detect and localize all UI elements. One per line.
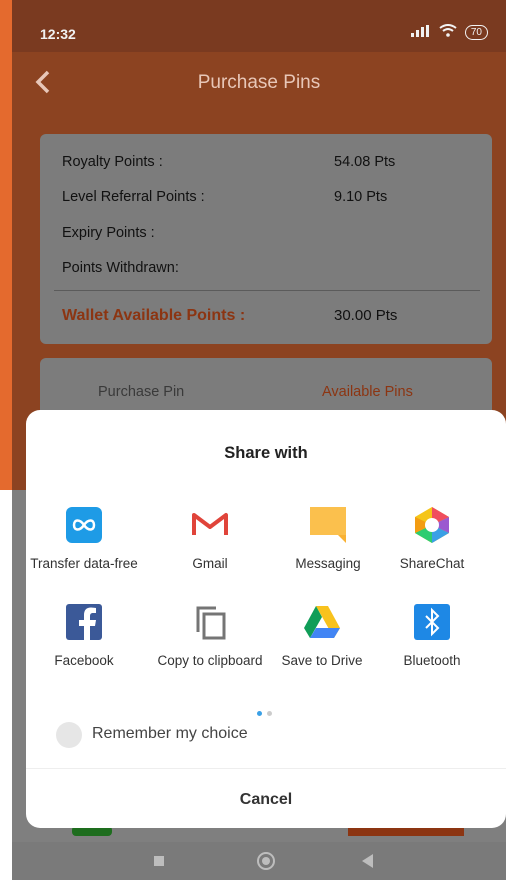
gmail-icon xyxy=(190,505,230,545)
share-app-messaging[interactable]: Messaging xyxy=(272,505,384,595)
share-app-label: Gmail xyxy=(192,556,228,571)
share-app-sharechat[interactable]: ShareChat xyxy=(376,505,488,595)
facebook-icon xyxy=(64,602,104,642)
share-title: Share with xyxy=(224,444,308,462)
status-bar: 12:32 70 xyxy=(12,0,506,52)
share-app-label: Save to Drive xyxy=(281,653,363,668)
page-dot-inactive xyxy=(267,711,272,716)
level-referral-value: 9.10 Pts xyxy=(334,189,388,205)
messaging-icon xyxy=(308,505,348,545)
share-app-gmail[interactable]: Gmail xyxy=(154,505,266,595)
share-app-bluetooth[interactable]: Bluetooth xyxy=(376,602,488,692)
share-app-label: Bluetooth xyxy=(403,653,461,668)
phone-screen: 12:32 70 Purchase Pins Royalty Points: … xyxy=(0,0,506,880)
level-referral-label: Level Referral Points : xyxy=(62,189,205,205)
remember-label: Remember my choice xyxy=(92,725,248,742)
share-app-label: ShareChat xyxy=(399,556,465,571)
transfer-icon xyxy=(64,505,104,545)
points-card: Royalty Points : 54.08 Pts Level Referra… xyxy=(40,134,492,344)
share-app-label: Facebook xyxy=(54,653,114,668)
share-sheet: Share with Transfer data-free Gmail Mess… xyxy=(26,410,506,828)
home-icon[interactable] xyxy=(257,852,275,870)
status-icons: 70 xyxy=(410,24,488,40)
battery-indicator: 70 xyxy=(464,24,488,40)
nav-bar xyxy=(12,842,506,880)
cancel-button[interactable]: Cancel xyxy=(26,769,506,828)
points-withdrawn-label: Points Withdrawn: xyxy=(62,260,179,276)
remember-checkbox[interactable] xyxy=(56,722,82,748)
tab-purchase-pin[interactable]: Purchase Pin xyxy=(98,384,184,400)
share-app-label: Transfer data-free xyxy=(30,556,138,571)
drive-icon xyxy=(302,602,342,642)
signal-icon xyxy=(410,24,431,40)
royalty-points-label: Royalty Points : xyxy=(62,154,163,170)
app-header: Purchase Pins xyxy=(12,52,506,116)
points-divider xyxy=(54,290,480,291)
share-app-drive[interactable]: Save to Drive xyxy=(266,602,378,692)
edge-strip xyxy=(0,0,12,490)
page-title: Purchase Pins xyxy=(197,72,321,93)
bluetooth-icon xyxy=(412,602,452,642)
page-dot-active xyxy=(257,711,262,716)
share-app-facebook[interactable]: Facebook xyxy=(28,602,140,692)
wallet-points-label: Wallet Available Points : xyxy=(62,307,246,324)
share-app-transfer[interactable]: Transfer data-free xyxy=(28,505,140,595)
share-app-label: Copy to clipboard xyxy=(157,653,263,668)
nav-back-icon[interactable] xyxy=(362,854,373,868)
wifi-icon xyxy=(439,24,457,40)
royalty-points-value: 54.08 Pts xyxy=(334,154,396,170)
sharechat-icon xyxy=(412,505,452,545)
copy-icon xyxy=(190,602,230,642)
status-time: 12:32 xyxy=(40,26,76,42)
share-app-label: Messaging xyxy=(295,556,361,571)
expiry-points-label: Expiry Points : xyxy=(62,225,155,241)
share-app-copy[interactable]: Copy to clipboard xyxy=(154,602,266,692)
tab-available-pins[interactable]: Available Pins xyxy=(322,384,413,400)
wallet-points-value: 30.00 Pts xyxy=(334,307,398,324)
recents-icon[interactable] xyxy=(154,856,164,866)
page-indicator xyxy=(257,711,277,717)
